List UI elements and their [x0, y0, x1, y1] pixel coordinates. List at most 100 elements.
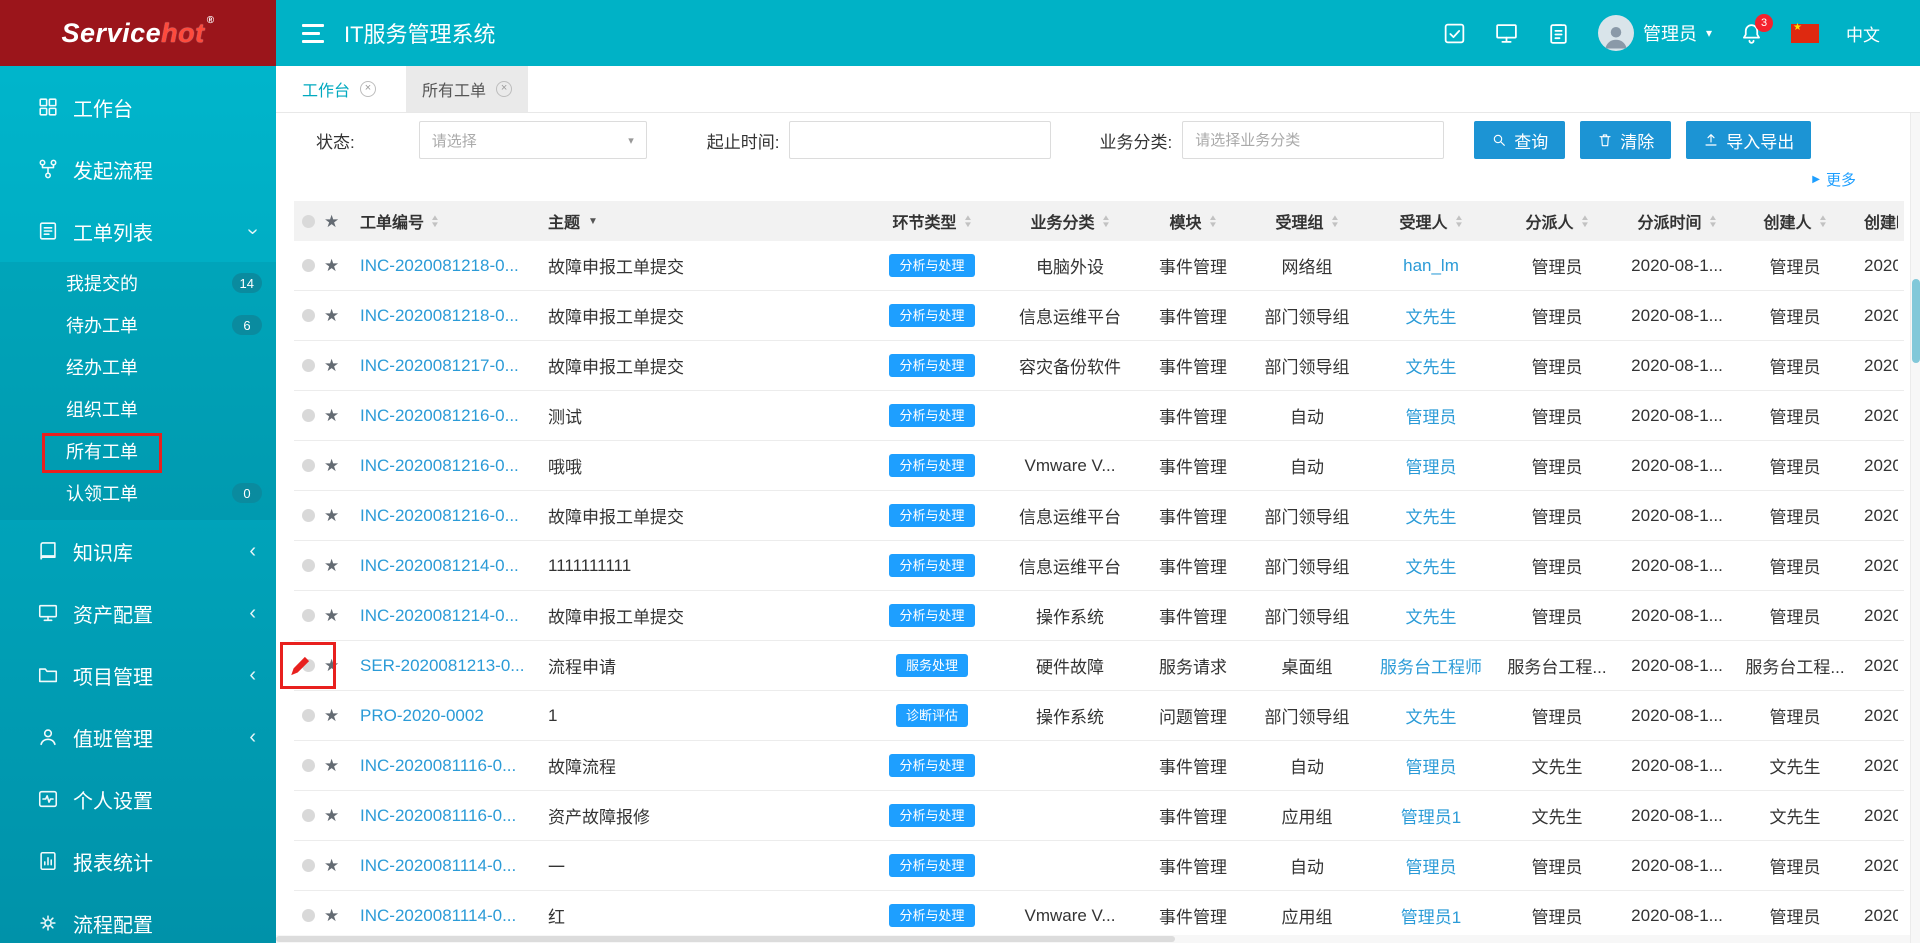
- star-icon[interactable]: ★: [324, 757, 339, 774]
- handler-link[interactable]: 文先生: [1406, 603, 1457, 628]
- sort-icon[interactable]: ▲▼: [1819, 214, 1827, 228]
- sort-icon[interactable]: ▲▼: [1581, 214, 1589, 228]
- sidebar-subitem[interactable]: 经办工单: [0, 346, 276, 388]
- star-icon[interactable]: ★: [324, 257, 339, 274]
- workorder-number-link[interactable]: SER-2020081213-0...: [360, 656, 524, 676]
- sort-icon[interactable]: ▲▼: [1455, 214, 1463, 228]
- handler-link[interactable]: han_lm: [1403, 256, 1459, 276]
- workorder-number-link[interactable]: INC-2020081216-0...: [360, 506, 519, 526]
- handler-link[interactable]: 管理员: [1406, 753, 1457, 778]
- handler-link[interactable]: 文先生: [1406, 303, 1457, 328]
- clipboard-icon[interactable]: [1546, 21, 1571, 46]
- handler-link[interactable]: 管理员: [1406, 453, 1457, 478]
- sidebar-subitem[interactable]: 组织工单: [0, 388, 276, 430]
- table-row[interactable]: ★INC-2020081214-0...故障申报工单提交分析与处理操作系统事件管…: [294, 591, 1904, 641]
- workorder-number-link[interactable]: INC-2020081216-0...: [360, 406, 519, 426]
- sidebar-item-1[interactable]: 发起流程: [0, 138, 276, 200]
- column-header-stage[interactable]: 环节类型▲▼: [862, 209, 1002, 233]
- sidebar-item-3[interactable]: 知识库‹: [0, 520, 276, 582]
- workorder-number-link[interactable]: INC-2020081218-0...: [360, 306, 519, 326]
- row-radio[interactable]: [302, 609, 315, 622]
- handler-link[interactable]: 文先生: [1406, 703, 1457, 728]
- scrollbar-thumb[interactable]: [1912, 279, 1920, 363]
- column-header-create_time[interactable]: 创建时间▲▼: [1854, 209, 1898, 233]
- table-row[interactable]: ★INC-2020081116-0...资产故障报修分析与处理事件管理应用组管理…: [294, 791, 1904, 841]
- sort-icon[interactable]: ▲▼: [964, 214, 972, 228]
- handler-link[interactable]: 管理员1: [1401, 903, 1461, 928]
- scrollbar-thumb[interactable]: [276, 936, 1175, 942]
- table-row[interactable]: ★INC-2020081216-0...故障申报工单提交分析与处理信息运维平台事…: [294, 491, 1904, 541]
- row-radio[interactable]: [302, 759, 315, 772]
- row-radio[interactable]: [302, 559, 315, 572]
- row-radio[interactable]: [302, 509, 315, 522]
- row-radio[interactable]: [302, 809, 315, 822]
- star-icon[interactable]: ★: [324, 907, 339, 924]
- sidebar-subitem[interactable]: 所有工单: [0, 430, 276, 472]
- table-row[interactable]: ★INC-2020081116-0...故障流程分析与处理事件管理自动管理员文先…: [294, 741, 1904, 791]
- sidebar-item-7[interactable]: 个人设置: [0, 768, 276, 830]
- column-header-group[interactable]: 受理组▲▼: [1248, 209, 1366, 233]
- status-select[interactable]: 请选择 ▾: [419, 121, 647, 159]
- handler-link[interactable]: 管理员: [1406, 403, 1457, 428]
- star-icon[interactable]: ★: [324, 807, 339, 824]
- workorder-number-link[interactable]: INC-2020081114-0...: [360, 906, 516, 926]
- table-row[interactable]: ★INC-2020081218-0...故障申报工单提交分析与处理电脑外设事件管…: [294, 241, 1904, 291]
- workorder-number-link[interactable]: PRO-2020-0002: [360, 706, 484, 726]
- row-radio[interactable]: [302, 659, 315, 672]
- row-radio[interactable]: [302, 859, 315, 872]
- sort-icon[interactable]: ▲▼: [1102, 214, 1110, 228]
- row-radio[interactable]: [302, 409, 315, 422]
- sidebar-item-4[interactable]: 资产配置‹: [0, 582, 276, 644]
- sidebar-item-2[interactable]: 工单列表‹: [0, 200, 276, 262]
- sidebar-item-9[interactable]: 流程配置: [0, 892, 276, 943]
- import-export-button[interactable]: 导入导出: [1686, 121, 1811, 159]
- column-header-subject[interactable]: 主题▼: [544, 209, 862, 233]
- star-icon[interactable]: ★: [324, 857, 339, 874]
- column-header-id[interactable]: 工单编号▲▼: [356, 209, 544, 233]
- star-icon[interactable]: ★: [324, 357, 339, 374]
- sort-icon[interactable]: ▲▼: [1709, 214, 1717, 228]
- table-row[interactable]: ★INC-2020081218-0...故障申报工单提交分析与处理信息运维平台事…: [294, 291, 1904, 341]
- handler-link[interactable]: 文先生: [1406, 553, 1457, 578]
- star-icon[interactable]: ★: [324, 657, 339, 674]
- workorder-number-link[interactable]: INC-2020081116-0...: [360, 806, 516, 826]
- sort-icon[interactable]: ▲▼: [431, 214, 439, 228]
- china-flag-icon[interactable]: ★: [1791, 24, 1819, 43]
- language-selector[interactable]: 中文: [1846, 21, 1880, 46]
- row-radio[interactable]: [302, 309, 315, 322]
- user-menu[interactable]: 管理员 ▾: [1598, 15, 1712, 51]
- tab-all-workorders[interactable]: 所有工单 ×: [406, 66, 528, 112]
- table-row[interactable]: ★INC-2020081114-0...一分析与处理事件管理自动管理员管理员20…: [294, 841, 1904, 891]
- column-header-creator[interactable]: 创建人▲▼: [1736, 209, 1854, 233]
- workorder-number-link[interactable]: INC-2020081218-0...: [360, 256, 519, 276]
- close-tab-icon[interactable]: ×: [360, 81, 376, 97]
- table-row[interactable]: ★INC-2020081217-0...故障申报工单提交分析与处理容灾备份软件事…: [294, 341, 1904, 391]
- notifications-button[interactable]: 3: [1739, 21, 1764, 46]
- vertical-scrollbar[interactable]: [1910, 113, 1920, 943]
- row-radio[interactable]: [302, 359, 315, 372]
- handler-link[interactable]: 管理员: [1406, 853, 1457, 878]
- handler-link[interactable]: 文先生: [1406, 353, 1457, 378]
- table-row[interactable]: ★INC-2020081214-0...1111111111分析与处理信息运维平…: [294, 541, 1904, 591]
- table-row[interactable]: ★INC-2020081216-0...哦哦分析与处理Vmware V...事件…: [294, 441, 1904, 491]
- workorder-number-link[interactable]: INC-2020081217-0...: [360, 356, 519, 376]
- sidebar-item-5[interactable]: 项目管理‹: [0, 644, 276, 706]
- close-tab-icon[interactable]: ×: [496, 81, 512, 97]
- row-radio[interactable]: [302, 259, 315, 272]
- horizontal-scrollbar[interactable]: [276, 935, 1910, 943]
- menu-toggle-icon[interactable]: [302, 24, 324, 43]
- handler-link[interactable]: 管理员1: [1401, 803, 1461, 828]
- star-icon[interactable]: ★: [324, 707, 339, 724]
- search-button[interactable]: 查询: [1474, 121, 1565, 159]
- row-radio[interactable]: [302, 909, 315, 922]
- time-range-input[interactable]: [789, 121, 1051, 159]
- table-row[interactable]: ★INC-2020081114-0...红分析与处理Vmware V...事件管…: [294, 891, 1904, 941]
- more-link[interactable]: ▶ 更多: [1812, 169, 1856, 190]
- category-input[interactable]: [1182, 121, 1444, 159]
- column-header-module[interactable]: 模块▲▼: [1138, 209, 1248, 233]
- handler-link[interactable]: 文先生: [1406, 503, 1457, 528]
- row-radio[interactable]: [302, 709, 315, 722]
- star-icon[interactable]: ★: [324, 607, 339, 624]
- clear-button[interactable]: 清除: [1580, 121, 1671, 159]
- sidebar-subitem[interactable]: 我提交的14: [0, 262, 276, 304]
